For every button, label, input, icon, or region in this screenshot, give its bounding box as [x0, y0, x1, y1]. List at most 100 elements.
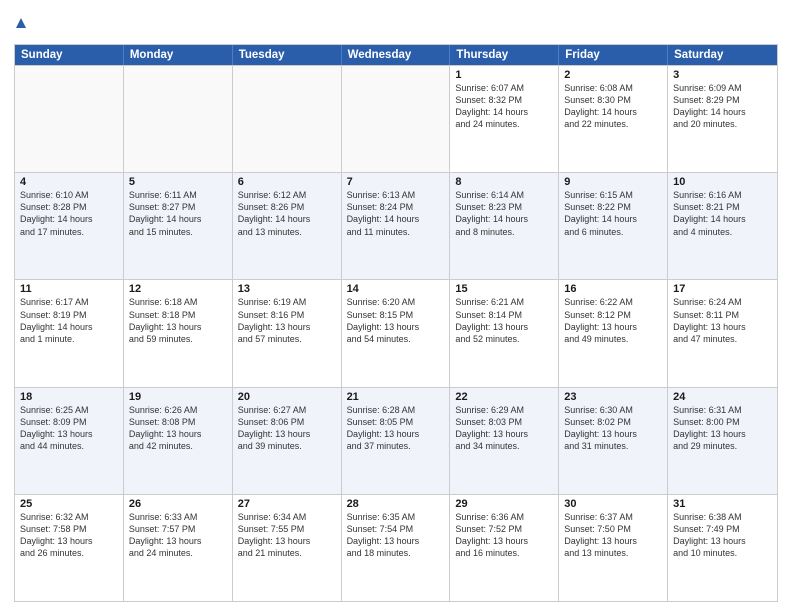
day-number: 26 [129, 498, 227, 510]
day-info: Sunrise: 6:24 AM Sunset: 8:11 PM Dayligh… [673, 296, 772, 345]
day-info: Sunrise: 6:20 AM Sunset: 8:15 PM Dayligh… [347, 296, 445, 345]
day-number: 15 [455, 283, 553, 295]
header-day-wednesday: Wednesday [342, 45, 451, 65]
header-day-thursday: Thursday [450, 45, 559, 65]
day-number: 3 [673, 69, 772, 81]
calendar-week-1: 1Sunrise: 6:07 AM Sunset: 8:32 PM Daylig… [15, 65, 777, 172]
day-number: 2 [564, 69, 662, 81]
day-number: 28 [347, 498, 445, 510]
calendar-cell: 26Sunrise: 6:33 AM Sunset: 7:57 PM Dayli… [124, 495, 233, 601]
calendar-cell: 31Sunrise: 6:38 AM Sunset: 7:49 PM Dayli… [668, 495, 777, 601]
day-info: Sunrise: 6:19 AM Sunset: 8:16 PM Dayligh… [238, 296, 336, 345]
calendar-cell: 17Sunrise: 6:24 AM Sunset: 8:11 PM Dayli… [668, 280, 777, 386]
calendar-week-5: 25Sunrise: 6:32 AM Sunset: 7:58 PM Dayli… [15, 494, 777, 601]
calendar-cell [342, 66, 451, 172]
header-day-friday: Friday [559, 45, 668, 65]
day-info: Sunrise: 6:35 AM Sunset: 7:54 PM Dayligh… [347, 511, 445, 560]
day-info: Sunrise: 6:33 AM Sunset: 7:57 PM Dayligh… [129, 511, 227, 560]
day-info: Sunrise: 6:36 AM Sunset: 7:52 PM Dayligh… [455, 511, 553, 560]
day-info: Sunrise: 6:30 AM Sunset: 8:02 PM Dayligh… [564, 404, 662, 453]
calendar-cell: 30Sunrise: 6:37 AM Sunset: 7:50 PM Dayli… [559, 495, 668, 601]
calendar-cell: 13Sunrise: 6:19 AM Sunset: 8:16 PM Dayli… [233, 280, 342, 386]
day-number: 22 [455, 391, 553, 403]
calendar-week-3: 11Sunrise: 6:17 AM Sunset: 8:19 PM Dayli… [15, 279, 777, 386]
day-info: Sunrise: 6:16 AM Sunset: 8:21 PM Dayligh… [673, 189, 772, 238]
calendar-cell: 18Sunrise: 6:25 AM Sunset: 8:09 PM Dayli… [15, 388, 124, 494]
calendar-week-4: 18Sunrise: 6:25 AM Sunset: 8:09 PM Dayli… [15, 387, 777, 494]
day-info: Sunrise: 6:18 AM Sunset: 8:18 PM Dayligh… [129, 296, 227, 345]
day-number: 10 [673, 176, 772, 188]
day-number: 12 [129, 283, 227, 295]
day-number: 11 [20, 283, 118, 295]
day-number: 13 [238, 283, 336, 295]
day-info: Sunrise: 6:26 AM Sunset: 8:08 PM Dayligh… [129, 404, 227, 453]
day-info: Sunrise: 6:12 AM Sunset: 8:26 PM Dayligh… [238, 189, 336, 238]
day-number: 5 [129, 176, 227, 188]
calendar-cell: 9Sunrise: 6:15 AM Sunset: 8:22 PM Daylig… [559, 173, 668, 279]
calendar-cell: 16Sunrise: 6:22 AM Sunset: 8:12 PM Dayli… [559, 280, 668, 386]
day-info: Sunrise: 6:37 AM Sunset: 7:50 PM Dayligh… [564, 511, 662, 560]
day-number: 19 [129, 391, 227, 403]
calendar-cell: 4Sunrise: 6:10 AM Sunset: 8:28 PM Daylig… [15, 173, 124, 279]
day-number: 21 [347, 391, 445, 403]
day-number: 27 [238, 498, 336, 510]
day-number: 29 [455, 498, 553, 510]
day-number: 6 [238, 176, 336, 188]
calendar-cell: 5Sunrise: 6:11 AM Sunset: 8:27 PM Daylig… [124, 173, 233, 279]
day-info: Sunrise: 6:28 AM Sunset: 8:05 PM Dayligh… [347, 404, 445, 453]
calendar-cell [124, 66, 233, 172]
day-info: Sunrise: 6:11 AM Sunset: 8:27 PM Dayligh… [129, 189, 227, 238]
day-info: Sunrise: 6:13 AM Sunset: 8:24 PM Dayligh… [347, 189, 445, 238]
day-number: 17 [673, 283, 772, 295]
calendar-cell: 12Sunrise: 6:18 AM Sunset: 8:18 PM Dayli… [124, 280, 233, 386]
calendar-cell: 19Sunrise: 6:26 AM Sunset: 8:08 PM Dayli… [124, 388, 233, 494]
day-info: Sunrise: 6:08 AM Sunset: 8:30 PM Dayligh… [564, 82, 662, 131]
calendar-week-2: 4Sunrise: 6:10 AM Sunset: 8:28 PM Daylig… [15, 172, 777, 279]
day-number: 23 [564, 391, 662, 403]
header-day-tuesday: Tuesday [233, 45, 342, 65]
day-number: 4 [20, 176, 118, 188]
day-info: Sunrise: 6:34 AM Sunset: 7:55 PM Dayligh… [238, 511, 336, 560]
calendar-cell: 24Sunrise: 6:31 AM Sunset: 8:00 PM Dayli… [668, 388, 777, 494]
header-day-monday: Monday [124, 45, 233, 65]
calendar-cell: 15Sunrise: 6:21 AM Sunset: 8:14 PM Dayli… [450, 280, 559, 386]
day-info: Sunrise: 6:32 AM Sunset: 7:58 PM Dayligh… [20, 511, 118, 560]
calendar-cell: 2Sunrise: 6:08 AM Sunset: 8:30 PM Daylig… [559, 66, 668, 172]
calendar-cell: 7Sunrise: 6:13 AM Sunset: 8:24 PM Daylig… [342, 173, 451, 279]
day-info: Sunrise: 6:22 AM Sunset: 8:12 PM Dayligh… [564, 296, 662, 345]
day-number: 16 [564, 283, 662, 295]
calendar-cell: 10Sunrise: 6:16 AM Sunset: 8:21 PM Dayli… [668, 173, 777, 279]
page: SundayMondayTuesdayWednesdayThursdayFrid… [0, 0, 792, 612]
day-number: 8 [455, 176, 553, 188]
calendar-cell: 3Sunrise: 6:09 AM Sunset: 8:29 PM Daylig… [668, 66, 777, 172]
calendar-cell: 25Sunrise: 6:32 AM Sunset: 7:58 PM Dayli… [15, 495, 124, 601]
calendar-cell: 28Sunrise: 6:35 AM Sunset: 7:54 PM Dayli… [342, 495, 451, 601]
calendar: SundayMondayTuesdayWednesdayThursdayFrid… [14, 44, 778, 602]
calendar-cell: 6Sunrise: 6:12 AM Sunset: 8:26 PM Daylig… [233, 173, 342, 279]
day-number: 30 [564, 498, 662, 510]
calendar-cell: 8Sunrise: 6:14 AM Sunset: 8:23 PM Daylig… [450, 173, 559, 279]
day-number: 7 [347, 176, 445, 188]
day-number: 18 [20, 391, 118, 403]
day-number: 14 [347, 283, 445, 295]
day-number: 31 [673, 498, 772, 510]
day-number: 25 [20, 498, 118, 510]
calendar-cell: 1Sunrise: 6:07 AM Sunset: 8:32 PM Daylig… [450, 66, 559, 172]
day-number: 9 [564, 176, 662, 188]
header [14, 10, 778, 38]
day-info: Sunrise: 6:27 AM Sunset: 8:06 PM Dayligh… [238, 404, 336, 453]
logo-triangle-icon [14, 10, 28, 38]
calendar-cell [233, 66, 342, 172]
logo [14, 10, 30, 38]
calendar-cell: 23Sunrise: 6:30 AM Sunset: 8:02 PM Dayli… [559, 388, 668, 494]
day-info: Sunrise: 6:15 AM Sunset: 8:22 PM Dayligh… [564, 189, 662, 238]
day-info: Sunrise: 6:09 AM Sunset: 8:29 PM Dayligh… [673, 82, 772, 131]
calendar-cell: 14Sunrise: 6:20 AM Sunset: 8:15 PM Dayli… [342, 280, 451, 386]
day-info: Sunrise: 6:10 AM Sunset: 8:28 PM Dayligh… [20, 189, 118, 238]
day-info: Sunrise: 6:29 AM Sunset: 8:03 PM Dayligh… [455, 404, 553, 453]
calendar-cell: 20Sunrise: 6:27 AM Sunset: 8:06 PM Dayli… [233, 388, 342, 494]
day-info: Sunrise: 6:17 AM Sunset: 8:19 PM Dayligh… [20, 296, 118, 345]
calendar-body: 1Sunrise: 6:07 AM Sunset: 8:32 PM Daylig… [15, 65, 777, 601]
day-info: Sunrise: 6:31 AM Sunset: 8:00 PM Dayligh… [673, 404, 772, 453]
day-number: 1 [455, 69, 553, 81]
